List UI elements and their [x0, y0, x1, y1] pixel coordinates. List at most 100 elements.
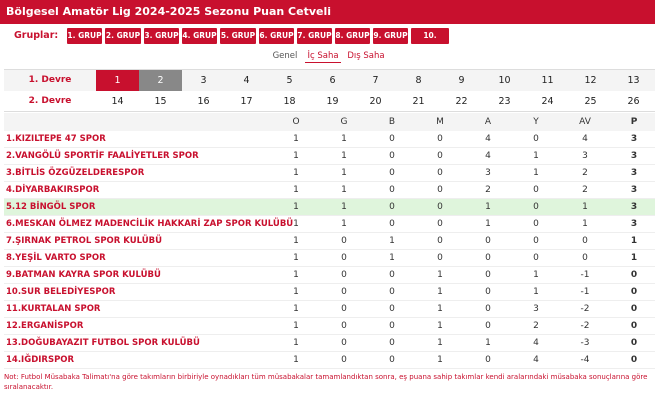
- week-cell[interactable]: 6: [311, 70, 354, 91]
- cell-drawn: 0: [389, 151, 395, 161]
- table-header: O G B M A Y AV P: [4, 113, 655, 131]
- cell-goals-against: 0: [533, 202, 539, 212]
- tab-dis-saha[interactable]: Dış Saha: [346, 49, 386, 63]
- week-cell[interactable]: 22: [440, 91, 483, 112]
- group-button[interactable]: 9. GRUP: [373, 28, 408, 44]
- week-cell[interactable]: 4: [225, 70, 268, 91]
- week-cell[interactable]: 17: [225, 91, 268, 112]
- cell-goals-for: 0: [485, 304, 491, 314]
- team-name-link[interactable]: 2.VANGÖLÜ SPORTİF FAALİYETLER SPOR: [6, 148, 199, 165]
- week-cell[interactable]: 16: [182, 91, 225, 112]
- cell-goal-difference: -1: [580, 287, 590, 297]
- week-cell[interactable]: 8: [397, 70, 440, 91]
- team-name-link[interactable]: 9.BATMAN KAYRA SPOR KULÜBÜ: [6, 267, 161, 284]
- week-cell[interactable]: 5: [268, 70, 311, 91]
- team-name-link[interactable]: 10.SUR BELEDİYESPOR: [6, 284, 115, 301]
- week-cell[interactable]: 2: [139, 70, 182, 91]
- week-cell[interactable]: 15: [139, 91, 182, 112]
- cell-goal-difference: -2: [580, 304, 590, 314]
- week-cell[interactable]: 20: [354, 91, 397, 112]
- week-cell[interactable]: 18: [268, 91, 311, 112]
- group-button[interactable]: 2. GRUP: [105, 28, 141, 44]
- week-cell[interactable]: 25: [569, 91, 612, 112]
- cell-points: 0: [630, 270, 638, 280]
- table-row: 14.IĞDIRSPOR 1 0 0 1 0 4 -4 0: [4, 352, 655, 369]
- cell-won: 0: [341, 338, 347, 348]
- group-button[interactable]: 5. GRUP: [220, 28, 256, 44]
- group-button[interactable]: 10. GRUP: [411, 28, 449, 56]
- team-name-link[interactable]: 1.KIZILTEPE 47 SPOR: [6, 131, 106, 148]
- cell-goal-difference: 0: [582, 236, 588, 246]
- team-name-link[interactable]: 6.MESKAN ÖLMEZ MADENCİLİK HAKKARİ ZAP SP…: [6, 216, 293, 233]
- team-name-link[interactable]: 12.ERGANİSPOR: [6, 318, 83, 335]
- cell-played: 1: [293, 236, 299, 246]
- team-name-link[interactable]: 3.BİTLİS ÖZGÜZELDERESPOR: [6, 165, 144, 182]
- cell-drawn: 0: [389, 219, 395, 229]
- cell-goals-for: 0: [485, 355, 491, 365]
- cell-drawn: 0: [389, 304, 395, 314]
- group-button[interactable]: 3. GRUP: [144, 28, 179, 44]
- tab-genel[interactable]: Genel: [270, 49, 300, 63]
- week-cell[interactable]: 11: [526, 70, 569, 91]
- week-cell[interactable]: 23: [483, 91, 526, 112]
- cell-goals-against: 0: [533, 219, 539, 229]
- cell-lost: 1: [437, 355, 443, 365]
- week-cell[interactable]: 12: [569, 70, 612, 91]
- cell-goals-for: 4: [485, 151, 491, 161]
- cell-played: 1: [293, 287, 299, 297]
- cell-goal-difference: -3: [580, 338, 590, 348]
- cell-lost: 1: [437, 270, 443, 280]
- table-row: 10.SUR BELEDİYESPOR 1 0 0 1 0 1 -1 0: [4, 284, 655, 301]
- week-cell[interactable]: 26: [612, 91, 655, 112]
- table-row: 8.YEŞİL VARTO SPOR 1 0 1 0 0 0 0 1: [4, 250, 655, 267]
- week-cell[interactable]: 24: [526, 91, 569, 112]
- week-cell[interactable]: 14: [96, 91, 139, 112]
- cell-points: 3: [630, 219, 638, 229]
- group-button[interactable]: 1. GRUP: [67, 28, 102, 44]
- tab-ic-saha[interactable]: İç Saha: [305, 49, 341, 63]
- cell-points: 0: [630, 355, 638, 365]
- cell-goals-for: 3: [485, 168, 491, 178]
- cell-goal-difference: -2: [580, 321, 590, 331]
- cell-goals-for: 0: [485, 287, 491, 297]
- header-drawn: B: [388, 117, 396, 127]
- team-name-link[interactable]: 14.IĞDIRSPOR: [6, 352, 74, 369]
- team-name-link[interactable]: 8.YEŞİL VARTO SPOR: [6, 250, 106, 267]
- cell-goals-against: 0: [533, 134, 539, 144]
- cell-points: 3: [630, 151, 638, 161]
- week-cell[interactable]: 7: [354, 70, 397, 91]
- cell-lost: 0: [437, 185, 443, 195]
- team-name-link[interactable]: 4.DİYARBAKIRSPOR: [6, 182, 99, 199]
- cell-drawn: 0: [389, 321, 395, 331]
- cell-goals-against: 4: [533, 355, 539, 365]
- group-button[interactable]: 8. GRUP: [335, 28, 370, 44]
- cell-goals-against: 1: [533, 151, 539, 161]
- week-cell[interactable]: 21: [397, 91, 440, 112]
- team-name-link[interactable]: 5.12 BİNGÖL SPOR: [6, 199, 95, 216]
- group-button[interactable]: 7. GRUP: [297, 28, 332, 44]
- team-name-link[interactable]: 11.KURTALAN SPOR: [6, 301, 100, 318]
- group-button[interactable]: 6. GRUP: [259, 28, 294, 44]
- cell-won: 1: [341, 168, 347, 178]
- cell-goals-for: 0: [485, 270, 491, 280]
- cell-lost: 1: [437, 321, 443, 331]
- week-cell[interactable]: 19: [311, 91, 354, 112]
- cell-played: 1: [293, 219, 299, 229]
- cell-won: 1: [341, 185, 347, 195]
- cell-drawn: 0: [389, 185, 395, 195]
- week-cell[interactable]: 13: [612, 70, 655, 91]
- week-cell[interactable]: 1: [96, 70, 139, 91]
- team-name-link[interactable]: 13.DOĞUBAYAZIT FUTBOL SPOR KULÜBÜ: [6, 335, 200, 352]
- cell-played: 1: [293, 185, 299, 195]
- second-half-row: 2. Devre 14 15 16 17 18 19 20 21 22 23 24 25 26: [4, 91, 655, 112]
- cell-drawn: 0: [389, 270, 395, 280]
- cell-won: 0: [341, 287, 347, 297]
- cell-goal-difference: 1: [582, 219, 588, 229]
- week-cell[interactable]: 9: [440, 70, 483, 91]
- week-cell[interactable]: 3: [182, 70, 225, 91]
- week-cell[interactable]: 10: [483, 70, 526, 91]
- group-button[interactable]: 4. GRUP: [182, 28, 217, 44]
- team-name-link[interactable]: 7.ŞIRNAK PETROL SPOR KULÜBÜ: [6, 233, 162, 250]
- cell-played: 1: [293, 304, 299, 314]
- table-row: 2.VANGÖLÜ SPORTİF FAALİYETLER SPOR 1 1 0 0 4 1…: [4, 148, 655, 165]
